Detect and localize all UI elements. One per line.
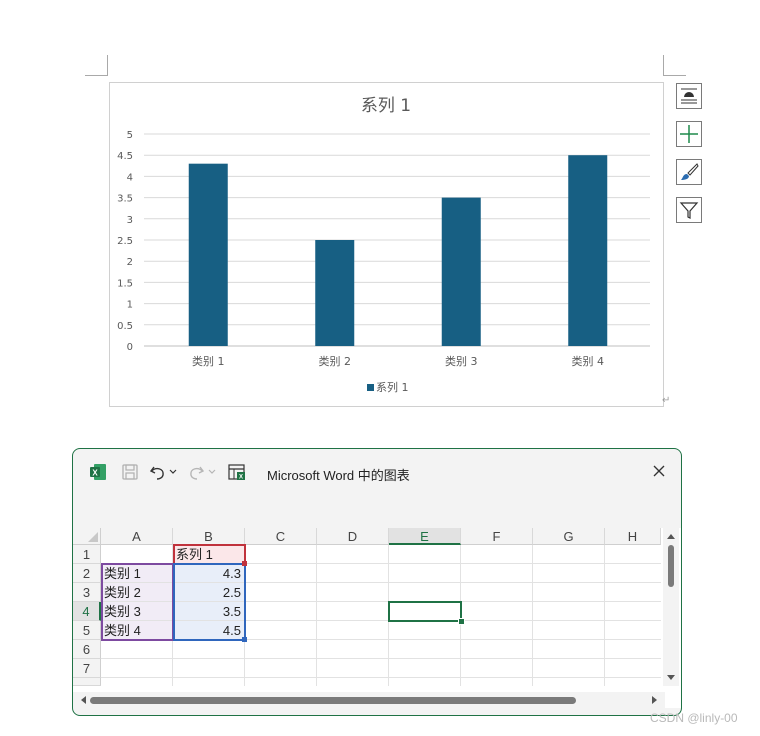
undo-icon[interactable] bbox=[149, 463, 167, 481]
bar-chart[interactable]: 系列 1 0 0.5 1 1.5 2 2.5 3 3.5 4 4.5 5 类别 1 类别 2 类别 3 类别 … bbox=[110, 83, 663, 406]
chart-data-dialog[interactable]: X X Microsoft Word 中的图表 A B C D E F G H … bbox=[72, 448, 682, 716]
row-header-4[interactable]: 4 bbox=[73, 602, 101, 621]
x-tick-label: 类别 3 bbox=[445, 354, 478, 368]
row-header-1[interactable]: 1 bbox=[73, 545, 101, 564]
scroll-left-icon[interactable] bbox=[77, 692, 89, 708]
fill-handle[interactable] bbox=[458, 618, 465, 625]
x-tick-label: 类别 4 bbox=[572, 354, 605, 368]
bar-3 bbox=[441, 197, 481, 346]
save-icon[interactable] bbox=[121, 463, 139, 481]
layout-options-button[interactable] bbox=[676, 83, 702, 109]
legend-label: 系列 1 bbox=[376, 380, 409, 394]
bar-1 bbox=[188, 163, 228, 346]
active-cell-e4[interactable] bbox=[388, 601, 462, 622]
column-header-a[interactable]: A bbox=[101, 528, 173, 545]
chart-filters-icon bbox=[679, 202, 699, 219]
column-header-g[interactable]: G bbox=[533, 528, 605, 545]
crop-mark bbox=[663, 55, 664, 76]
row-header-5[interactable]: 5 bbox=[73, 621, 101, 640]
redo-icon[interactable] bbox=[187, 463, 205, 481]
select-all-corner[interactable] bbox=[73, 528, 101, 545]
scroll-up-icon[interactable] bbox=[663, 530, 679, 542]
column-header-f[interactable]: F bbox=[461, 528, 533, 545]
chart-filters-button[interactable] bbox=[676, 197, 702, 223]
crop-mark bbox=[107, 55, 108, 76]
spreadsheet-grid[interactable]: A B C D E F G H 1 2 3 4 5 6 7 系列 1 类别 1 … bbox=[73, 528, 681, 708]
series-name-range bbox=[173, 544, 246, 565]
vertical-scroll-thumb[interactable] bbox=[668, 545, 674, 587]
y-tick-label: 3.5 bbox=[117, 194, 133, 205]
row-header-7[interactable]: 7 bbox=[73, 659, 101, 678]
y-tick-label: 3 bbox=[127, 215, 133, 226]
close-icon[interactable] bbox=[651, 463, 667, 479]
cell-a1[interactable] bbox=[101, 545, 173, 564]
legend-swatch bbox=[367, 384, 374, 391]
column-header-b[interactable]: B bbox=[173, 528, 245, 545]
column-header-e[interactable]: E bbox=[389, 528, 461, 545]
scroll-down-icon[interactable] bbox=[663, 672, 679, 684]
row-header-8[interactable] bbox=[73, 678, 101, 686]
y-tick-label: 2.5 bbox=[117, 236, 133, 247]
excel-app-icon: X bbox=[90, 464, 106, 480]
layout-options-icon bbox=[681, 88, 697, 104]
bar-2 bbox=[315, 240, 355, 346]
redo-dropdown-icon[interactable] bbox=[208, 468, 216, 476]
chart-title: 系列 1 bbox=[361, 96, 411, 116]
chart-area[interactable]: 系列 1 0 0.5 1 1.5 2 2.5 3 3.5 4 4.5 5 类别 1 类别 2 类别 3 类别 … bbox=[109, 82, 664, 407]
range-handle[interactable] bbox=[242, 561, 247, 566]
x-tick-label: 类别 2 bbox=[319, 354, 352, 368]
column-header-d[interactable]: D bbox=[317, 528, 389, 545]
row-header-3[interactable]: 3 bbox=[73, 583, 101, 602]
y-tick-label: 0.5 bbox=[117, 321, 133, 332]
paragraph-mark: ↵ bbox=[662, 395, 671, 406]
range-handle[interactable] bbox=[242, 637, 247, 642]
horizontal-scrollbar[interactable] bbox=[73, 692, 665, 708]
column-header-h[interactable]: H bbox=[605, 528, 661, 545]
y-tick-label: 1.5 bbox=[117, 278, 133, 289]
y-tick-label: 4.5 bbox=[117, 151, 133, 162]
row-header-6[interactable]: 6 bbox=[73, 640, 101, 659]
dialog-title: Microsoft Word 中的图表 bbox=[267, 468, 410, 483]
svg-text:X: X bbox=[92, 469, 98, 478]
values-range bbox=[173, 563, 246, 641]
svg-text:X: X bbox=[239, 475, 243, 481]
horizontal-scroll-thumb[interactable] bbox=[90, 697, 576, 704]
y-tick-label: 5 bbox=[127, 130, 133, 141]
bar-4 bbox=[568, 155, 608, 346]
undo-dropdown-icon[interactable] bbox=[169, 468, 177, 476]
y-tick-label: 2 bbox=[127, 257, 133, 268]
y-tick-label: 0 bbox=[127, 342, 133, 353]
y-tick-label: 1 bbox=[127, 300, 133, 311]
crop-mark bbox=[663, 75, 686, 76]
select-all-triangle-icon bbox=[88, 532, 98, 542]
row-header-2[interactable]: 2 bbox=[73, 564, 101, 583]
category-range bbox=[101, 563, 174, 641]
chart-elements-icon bbox=[680, 125, 698, 143]
y-tick-label: 4 bbox=[127, 172, 133, 183]
watermark: CSDN @linly-00 bbox=[650, 711, 738, 725]
column-header-c[interactable]: C bbox=[245, 528, 317, 545]
vertical-scrollbar[interactable] bbox=[663, 528, 679, 686]
chart-elements-button[interactable] bbox=[676, 121, 702, 147]
edit-in-excel-icon[interactable]: X bbox=[228, 463, 246, 481]
x-tick-label: 类别 1 bbox=[192, 354, 225, 368]
chart-styles-icon bbox=[681, 163, 699, 180]
crop-mark bbox=[85, 75, 108, 76]
chart-styles-button[interactable] bbox=[676, 159, 702, 185]
scroll-right-icon[interactable] bbox=[649, 692, 661, 708]
